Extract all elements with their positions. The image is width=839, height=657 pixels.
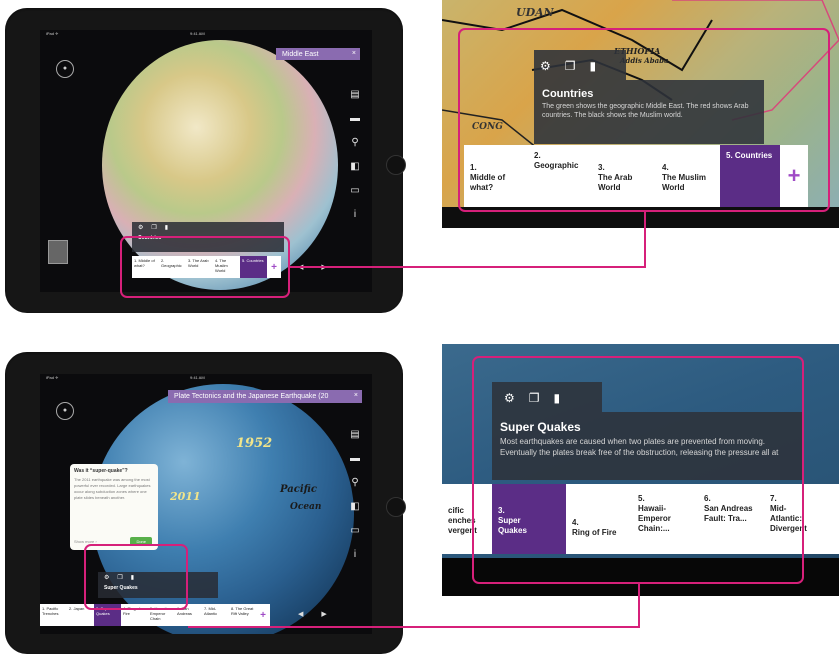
globe-label: 2011 [170, 490, 201, 503]
compass-button[interactable]: ● [56, 402, 74, 420]
trash-icon[interactable]: ▮ [165, 224, 168, 231]
connector-line [638, 584, 640, 628]
bookmark-icon[interactable]: ▬ [350, 114, 360, 124]
map-thumbnail-button[interactable] [48, 240, 68, 264]
add-slide-button[interactable]: + [256, 604, 270, 626]
globe-label: Ocean [290, 502, 322, 512]
popup-body: The 2011 earthquake was among the most p… [74, 477, 151, 500]
presentation-title: Plate Tectonics and the Japanese Earthqu… [174, 393, 329, 400]
info-icon[interactable]: i [354, 210, 356, 220]
ipad-device-bottom: iPad ✈ 9:41 AM ● 1952 2011 Pacific Ocean… [5, 352, 406, 654]
highlight-box-top-ipad [120, 236, 290, 298]
presentation-title-bar[interactable]: Middle East × [276, 48, 360, 60]
play-icon[interactable]: ▶ [321, 610, 326, 618]
layers-icon[interactable]: ◧ [350, 162, 359, 172]
mini-tab[interactable]: 8. The Great Rift Valley [229, 604, 256, 626]
status-bar: iPad ✈ 9:41 AM [40, 30, 372, 38]
copy-icon[interactable]: ❐ [151, 224, 156, 231]
side-toolbar: ▤ ▬ ⚲ ◧ ▭ i [350, 90, 360, 220]
search-icon[interactable]: ⚲ [351, 478, 358, 488]
presentation-title: Middle East [282, 51, 319, 58]
side-toolbar: ▤ ▬ ⚲ ◧ ▭ i [350, 430, 360, 560]
globe-label: Pacific [280, 484, 317, 495]
close-icon[interactable]: × [352, 50, 356, 57]
globe-label: 1952 [236, 436, 273, 451]
status-carrier: iPad ✈ [46, 31, 59, 36]
highlight-box-bottom-ipad [84, 544, 188, 610]
gear-icon[interactable]: ⚙ [138, 224, 143, 231]
list-icon[interactable]: ▤ [350, 90, 359, 100]
presentation-icon[interactable]: ▭ [350, 186, 359, 196]
playback-controls: ◀ ▶ [298, 610, 327, 618]
compass-button[interactable]: ● [56, 60, 74, 78]
connector-line [188, 626, 640, 628]
search-icon[interactable]: ⚲ [351, 138, 358, 148]
presentation-title-bar[interactable]: Plate Tectonics and the Japanese Earthqu… [168, 390, 362, 403]
connector-line [290, 266, 646, 268]
popup-title: Was it “super-quake”? [74, 468, 128, 474]
home-button[interactable] [386, 155, 406, 175]
mini-tab[interactable]: 7. Mid-Atlantic [202, 604, 229, 626]
mini-tab[interactable]: 1. Pacific Trenches [40, 604, 67, 626]
highlight-box-bottom-zoom [472, 356, 804, 584]
info-popup: Was it “super-quake”? The 2011 earthquak… [70, 464, 158, 550]
info-icon[interactable]: i [354, 550, 356, 560]
status-time: 9:41 AM [190, 31, 205, 36]
connector-line [644, 212, 646, 268]
status-time: 9:41 AM [190, 375, 205, 380]
close-icon[interactable]: × [354, 392, 358, 399]
list-icon[interactable]: ▤ [350, 430, 359, 440]
home-button[interactable] [386, 497, 406, 517]
bookmark-icon[interactable]: ▬ [350, 454, 360, 464]
layers-icon[interactable]: ◧ [350, 502, 359, 512]
prev-icon[interactable]: ◀ [298, 610, 303, 618]
map-label: UDAN [516, 6, 554, 19]
status-bar: iPad ✈ 9:41 AM [40, 374, 372, 382]
highlight-box-top-zoom [458, 28, 830, 212]
presentation-icon[interactable]: ▭ [350, 526, 359, 536]
mini-panel-icons: ⚙ ❐ ▮ [138, 224, 168, 231]
status-carrier: iPad ✈ [46, 375, 59, 380]
